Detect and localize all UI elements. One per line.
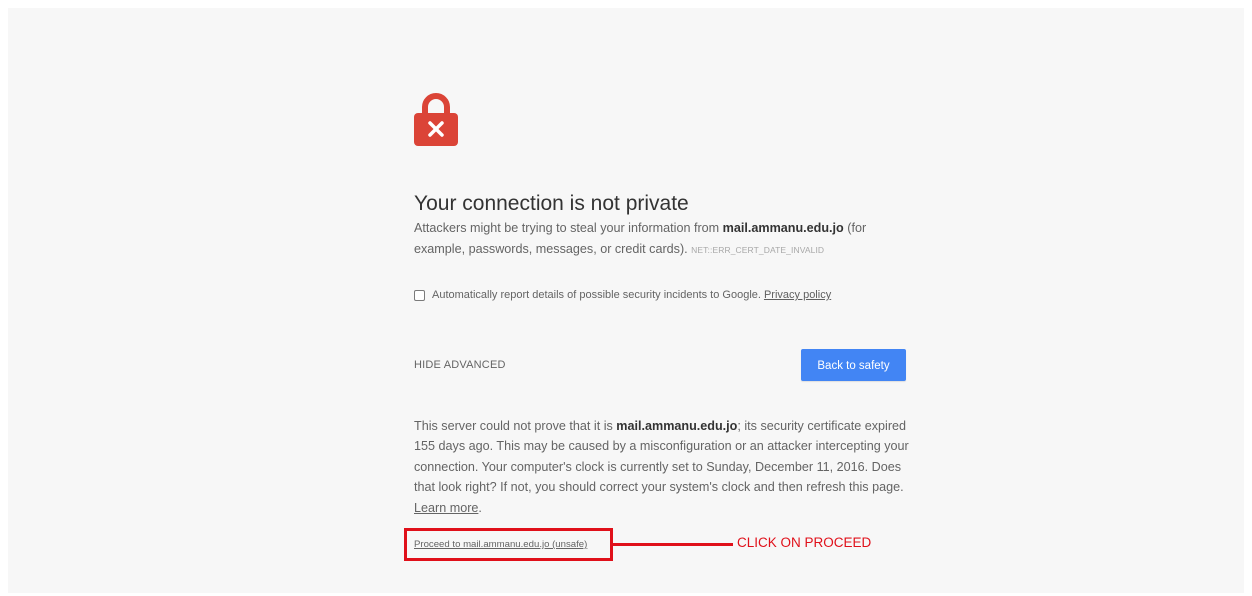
annotation-connector-line: [613, 543, 733, 546]
report-checkbox-label: Automatically report details of possible…: [432, 289, 761, 301]
hide-advanced-button[interactable]: HIDE ADVANCED: [414, 359, 506, 371]
details-text: This server could not prove that it is m…: [414, 416, 909, 518]
error-code: NET::ERR_CERT_DATE_INVALID: [691, 245, 825, 255]
report-option: Automatically report details of possible…: [414, 289, 831, 301]
details-host: mail.ammanu.edu.jo: [616, 419, 738, 433]
error-message: Attackers might be trying to steal your …: [414, 218, 884, 261]
details-prefix: This server could not prove that it is: [414, 419, 617, 433]
page-title: Your connection is not private: [414, 192, 689, 216]
annotation-callout-text: CLICK ON PROCEED: [737, 535, 872, 550]
message-host: mail.ammanu.edu.jo: [722, 221, 844, 235]
learn-more-link[interactable]: Learn more: [414, 501, 478, 515]
details-period: .: [478, 500, 482, 515]
privacy-policy-link[interactable]: Privacy policy: [764, 289, 831, 301]
lock-error-icon: [414, 93, 458, 146]
proceed-unsafe-link[interactable]: Proceed to mail.ammanu.edu.jo (unsafe): [414, 539, 587, 550]
report-checkbox[interactable]: [414, 289, 425, 301]
message-prefix: Attackers might be trying to steal your …: [414, 221, 723, 235]
back-to-safety-button[interactable]: Back to safety: [801, 349, 906, 381]
